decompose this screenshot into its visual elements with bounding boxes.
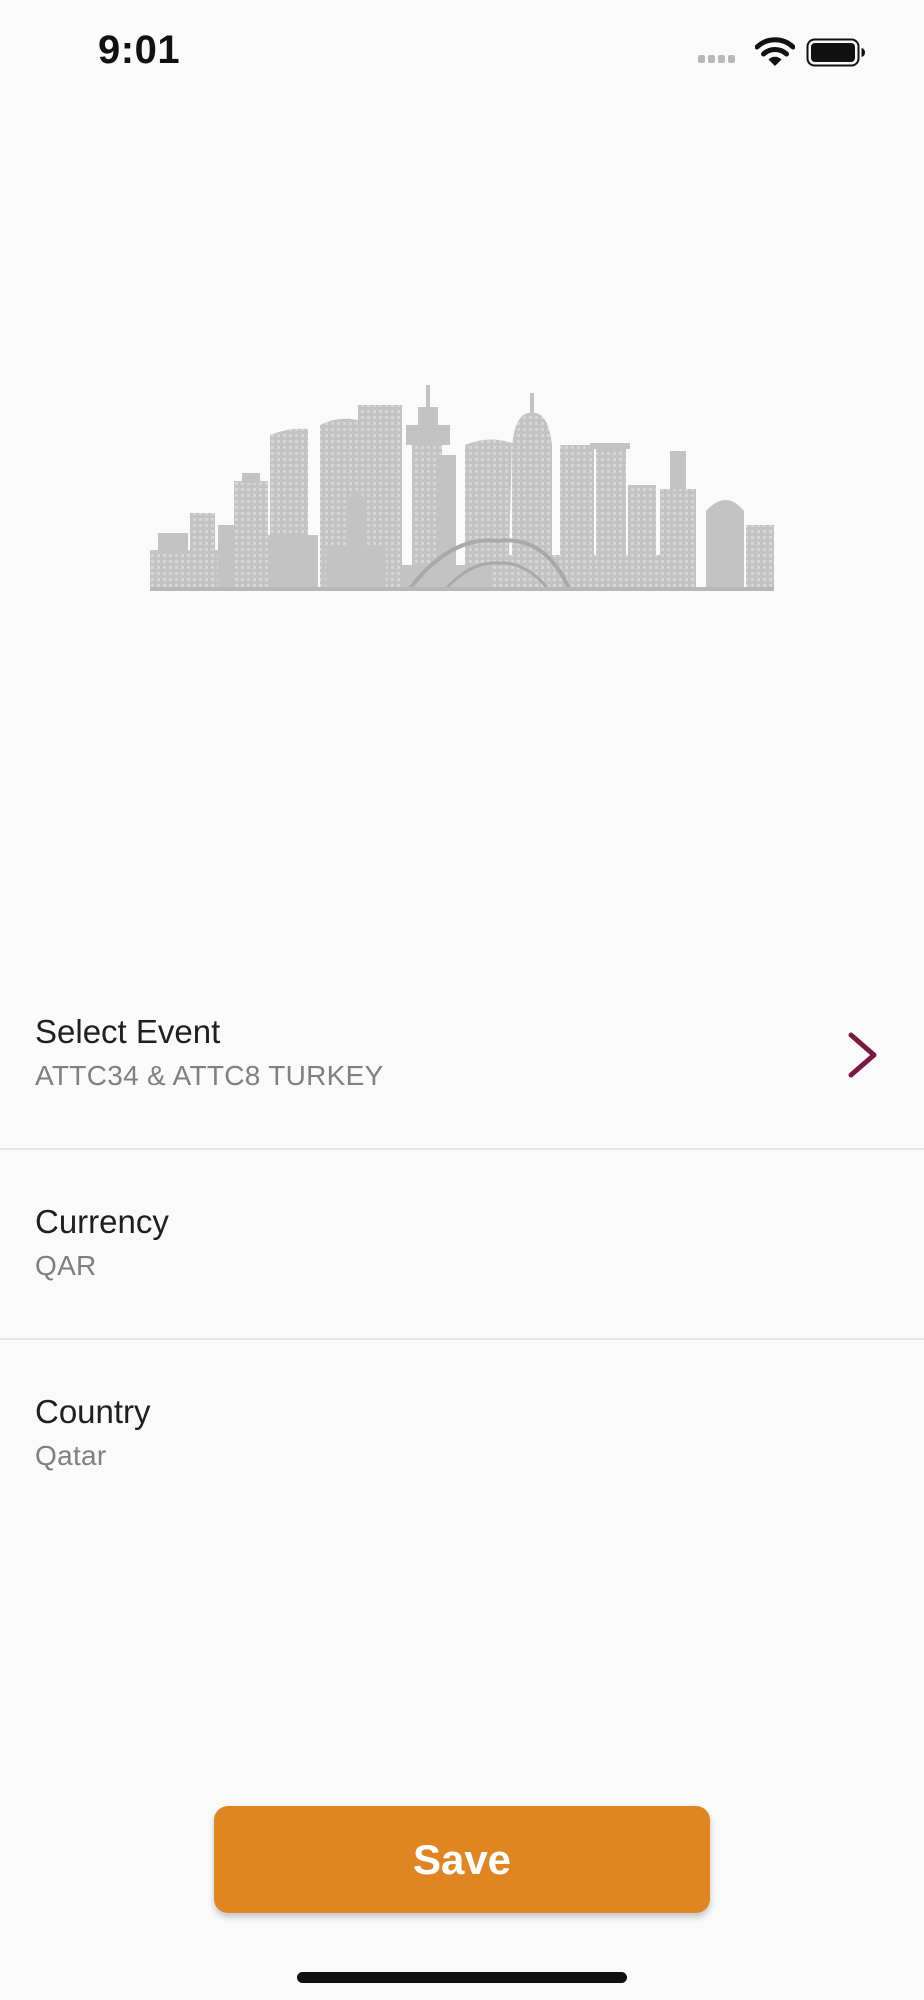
divider <box>0 1148 924 1150</box>
country-value: Qatar <box>35 1440 107 1471</box>
country-label: Country <box>35 1393 151 1430</box>
select-event-row[interactable]: Select Event ATTC34 & ATTC8 TURKEY <box>0 1000 924 1189</box>
select-event-value: ATTC34 & ATTC8 TURKEY <box>35 1060 384 1091</box>
home-indicator <box>297 1972 627 1983</box>
status-time: 9:01 <box>98 28 181 72</box>
divider <box>0 1338 924 1340</box>
wifi-icon <box>755 37 795 66</box>
signal-icon <box>698 55 744 65</box>
chevron-right-icon[interactable] <box>846 1031 880 1079</box>
save-button[interactable]: Save <box>214 1806 710 1913</box>
currency-value: QAR <box>35 1250 97 1281</box>
currency-label: Currency <box>35 1203 169 1240</box>
currency-row[interactable]: Currency QAR <box>0 1190 924 1379</box>
status-bar: 9:01 <box>0 0 924 105</box>
skyline-illustration <box>150 385 774 591</box>
battery-icon <box>806 38 865 67</box>
select-event-label: Select Event <box>35 1013 221 1050</box>
country-row[interactable]: Country Qatar <box>0 1380 924 1569</box>
